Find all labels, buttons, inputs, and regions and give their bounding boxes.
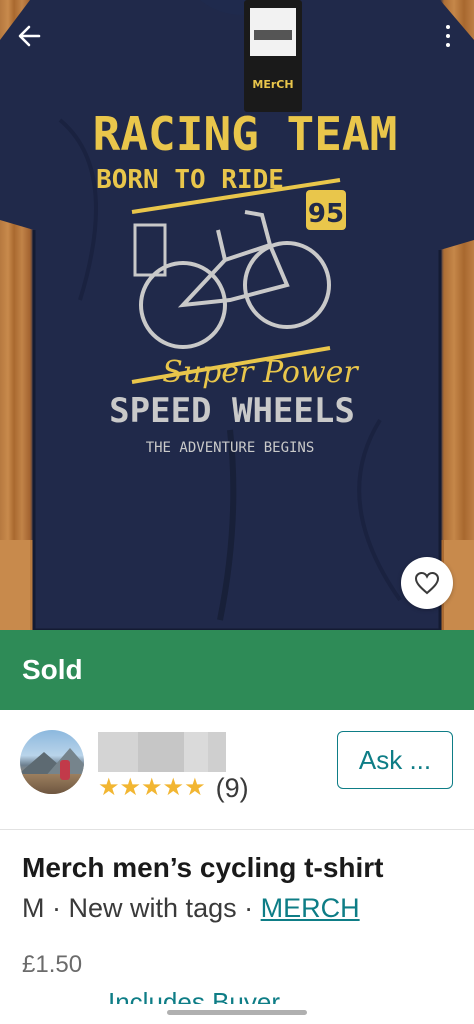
meta-separator: · [52,893,62,923]
sold-status-banner: Sold [0,630,474,710]
print-script: Super Power [162,355,359,390]
star-rating-icon: ★★★★★ [98,774,206,801]
seller-row: ★★★★★ (9) Ask ... [0,710,474,830]
print-line1: RACING TEAM [93,107,398,161]
favourite-button[interactable] [401,557,453,609]
meta-separator: · [244,893,254,923]
print-line3: SPEED WHEELS [109,391,355,431]
item-condition: New with tags [68,893,237,923]
item-photo[interactable]: MErCH RACING TEAM BORN TO RIDE 95 Super … [0,0,474,630]
seller-username-redacted[interactable] [98,732,226,772]
buyer-protection-link[interactable]: Includes Buyer [108,988,280,1004]
back-button[interactable] [14,20,46,52]
seller-rating[interactable]: ★★★★★ (9) [98,772,249,804]
item-title: Merch men’s cycling t-shirt [22,852,384,883]
seller-avatar[interactable] [20,730,84,794]
brand-link[interactable]: MERCH [261,893,360,923]
print-line4: THE ADVENTURE BEGINS [146,440,315,456]
tshirt-image: MErCH RACING TEAM BORN TO RIDE 95 Super … [0,0,474,630]
review-count: (9) [215,772,249,803]
ask-seller-button[interactable]: Ask ... [337,731,453,789]
sold-label: Sold [22,654,83,685]
item-meta: M · New with tags · MERCH [22,893,462,924]
more-vertical-icon [446,25,450,29]
more-options-button[interactable] [438,20,458,52]
tag-brand-text: MErCH [252,78,293,91]
home-indicator[interactable] [167,1010,307,1015]
print-line2: BORN TO RIDE [96,165,284,195]
print-number: 95 [308,199,344,229]
item-size: M [22,893,45,923]
heart-outline-icon [414,571,440,595]
arrow-left-icon [18,25,41,47]
item-price: £1.50 [22,951,83,978]
item-detail-screen: MErCH RACING TEAM BORN TO RIDE 95 Super … [0,0,474,1024]
